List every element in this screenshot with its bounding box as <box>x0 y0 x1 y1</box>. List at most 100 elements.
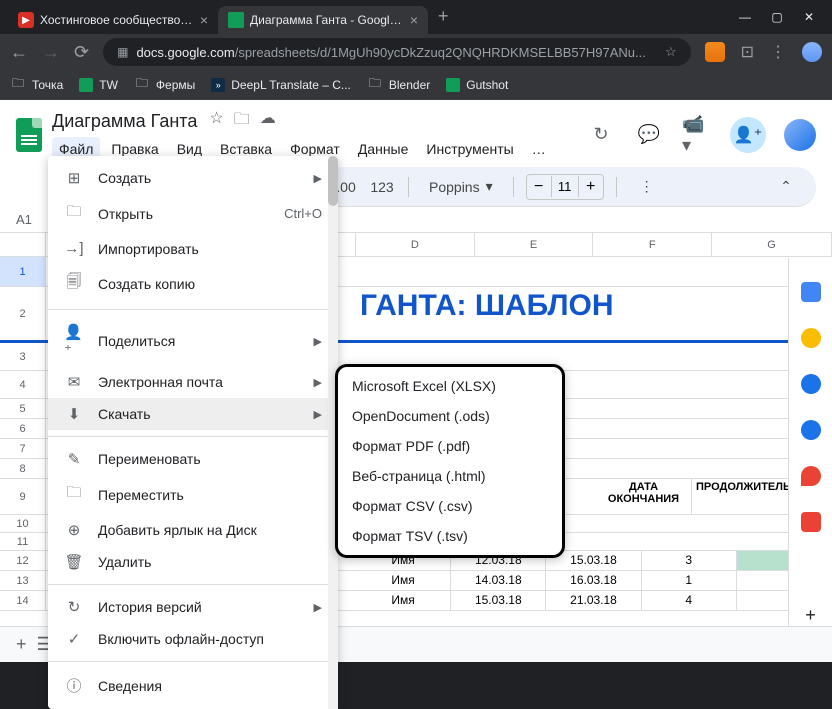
comments-icon[interactable]: 💬 <box>634 120 664 150</box>
file-menu-item[interactable]: 🗀ОткрытьCtrl+O <box>48 194 338 233</box>
file-menu-item[interactable]: ↻История версий▶ <box>48 591 338 623</box>
more-toolbar-icon[interactable]: ⋮ <box>633 173 661 201</box>
col-header[interactable]: D <box>356 233 475 256</box>
file-menu-item[interactable]: 🗐 Создать копию <box>48 264 338 303</box>
decrease-font-button[interactable]: − <box>527 175 551 199</box>
tab-title: Диаграмма Ганта - Google Таб <box>250 13 404 27</box>
tasks-icon[interactable] <box>801 374 821 394</box>
download-format-item[interactable]: Microsoft Excel (XLSX) <box>338 371 562 401</box>
file-menu-item[interactable]: ⓘСведения <box>48 668 338 703</box>
row-header[interactable]: 1 <box>0 257 46 286</box>
minimize-icon[interactable]: — <box>738 10 752 24</box>
sheets-icon <box>446 78 460 92</box>
col-header[interactable]: F <box>593 233 712 256</box>
font-size-input[interactable]: 11 <box>551 176 579 197</box>
font-size-control: − 11 + <box>526 174 604 200</box>
forward-button[interactable]: → <box>42 42 60 63</box>
keep-icon[interactable] <box>801 328 821 348</box>
menu-data[interactable]: Данные <box>351 137 416 161</box>
number-format[interactable]: 123 <box>368 173 396 201</box>
calendar-icon[interactable] <box>801 282 821 302</box>
menu-item-label: Включить офлайн-доступ <box>98 631 322 647</box>
account-avatar[interactable] <box>784 119 816 151</box>
file-menu-item[interactable]: ✎ Переименовать <box>48 443 338 475</box>
bookmark-item[interactable]: TW <box>79 78 118 92</box>
add-addon-button[interactable]: + <box>805 605 816 626</box>
extension-icon[interactable] <box>705 42 725 62</box>
menu-item-icon: ⊞ <box>64 169 84 187</box>
deepl-icon: » <box>211 78 225 92</box>
download-format-item[interactable]: OpenDocument (.ods) <box>338 401 562 431</box>
col-header[interactable]: G <box>712 233 832 256</box>
download-format-item[interactable]: Веб-страница (.html) <box>338 461 562 491</box>
star-icon[interactable]: ☆ <box>209 108 223 135</box>
increase-font-button[interactable]: + <box>579 175 603 199</box>
collapse-toolbar-icon[interactable]: ⌃ <box>772 173 800 201</box>
sheets-logo-icon[interactable] <box>16 118 42 152</box>
font-select[interactable]: Poppins ▾ <box>421 174 501 199</box>
close-window-icon[interactable]: ✕ <box>802 10 816 24</box>
history-icon[interactable]: ↻ <box>586 120 616 150</box>
bookmark-item[interactable]: 🗀Blender <box>367 77 430 93</box>
menu-item-icon: ↻ <box>64 598 84 616</box>
file-menu-item[interactable]: 🗑Удалить <box>48 546 338 578</box>
bookmark-item[interactable]: 🗀Фермы <box>134 77 195 93</box>
file-menu-item[interactable]: ⊕Добавить ярлык на Диск <box>48 514 338 546</box>
new-tab-button[interactable]: + <box>428 6 459 34</box>
download-format-item[interactable]: Формат PDF (.pdf) <box>338 431 562 461</box>
download-format-item[interactable]: Формат TSV (.tsv) <box>338 521 562 551</box>
download-format-item[interactable]: Формат CSV (.csv) <box>338 491 562 521</box>
menu-item-icon: ✎ <box>64 450 84 468</box>
menu-item-icon: 👤⁺ <box>64 323 84 359</box>
bookmark-item[interactable]: 🗀Точка <box>10 77 63 93</box>
menu-item-label: Электронная почта <box>98 374 300 390</box>
share-button[interactable]: 👤⁺ <box>730 117 766 153</box>
menu-more[interactable]: … <box>525 137 553 161</box>
file-menu-item[interactable]: ⊞Создать▶ <box>48 162 338 194</box>
bookmark-item[interactable]: »DeepL Translate – С... <box>211 78 351 92</box>
maximize-icon[interactable]: ▢ <box>770 10 784 24</box>
file-menu-item[interactable]: ⬇Скачать▶ <box>48 398 338 430</box>
bookmark-item[interactable]: Gutshot <box>446 78 508 92</box>
cloud-icon[interactable]: ☁ <box>260 108 276 135</box>
maps-icon[interactable] <box>801 466 821 486</box>
menu-button[interactable]: ⋮ <box>770 42 786 62</box>
url-input[interactable]: ▦ docs.google.com/spreadsheets/d/1MgUh90… <box>103 38 691 66</box>
col-header-date[interactable]: ДАТА ОКОНЧАНИЯ <box>596 479 692 514</box>
file-menu-item[interactable]: 👤⁺Поделиться▶ <box>48 316 338 366</box>
url-text: docs.google.com/spreadsheets/d/1MgUh90yc… <box>136 45 657 60</box>
addon-icon[interactable] <box>801 512 821 532</box>
site-info-icon[interactable]: ▦ <box>117 45 128 59</box>
scrollbar-thumb[interactable] <box>328 156 338 206</box>
address-bar: ← → ⟳ ▦ docs.google.com/spreadsheets/d/1… <box>0 34 832 70</box>
extensions-button[interactable]: ⊡ <box>741 42 754 62</box>
move-icon[interactable]: 🗀 <box>234 108 250 135</box>
file-menu-item[interactable]: →]Импортировать <box>48 233 338 264</box>
select-all-corner[interactable] <box>0 233 46 256</box>
bookmark-label: Точка <box>32 78 63 92</box>
contacts-icon[interactable] <box>801 420 821 440</box>
sheet-title[interactable]: ГАНТА: ШАБЛОН <box>356 287 832 340</box>
bookmark-label: Gutshot <box>466 78 508 92</box>
browser-tab-2[interactable]: Диаграмма Ганта - Google Таб × <box>218 6 428 34</box>
star-icon[interactable]: ☆ <box>665 44 677 60</box>
chevron-right-icon: ▶ <box>314 601 322 614</box>
reload-button[interactable]: ⟳ <box>74 42 89 63</box>
document-title[interactable]: Диаграмма Ганта <box>52 111 197 132</box>
file-menu-item[interactable]: ✓Включить офлайн-доступ <box>48 623 338 655</box>
menu-item-icon: 🗐 <box>64 271 84 296</box>
col-header[interactable]: E <box>475 233 594 256</box>
back-button[interactable]: ← <box>10 42 28 63</box>
meet-icon[interactable]: 📹▾ <box>682 120 712 150</box>
add-sheet-button[interactable]: + <box>16 634 27 655</box>
browser-tab-1[interactable]: ▶ Хостинговое сообщество «Tim × <box>8 6 218 34</box>
close-icon[interactable]: × <box>410 12 418 28</box>
menu-item-label: Создать копию <box>98 276 322 292</box>
profile-avatar[interactable] <box>802 42 822 62</box>
menu-item-icon: →] <box>64 240 84 257</box>
menu-tools[interactable]: Инструменты <box>419 137 520 161</box>
file-menu-item[interactable]: ✉Электронная почта▶ <box>48 366 338 398</box>
file-menu-item[interactable]: 🗀Переместить <box>48 475 338 514</box>
close-icon[interactable]: × <box>200 12 208 28</box>
menu-item-label: Переименовать <box>98 451 322 467</box>
